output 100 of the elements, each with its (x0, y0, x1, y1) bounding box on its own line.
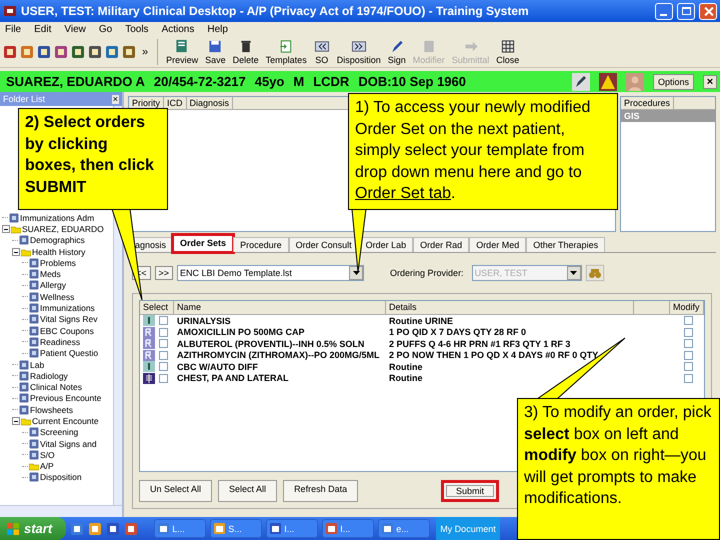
tab[interactable]: Procedure (233, 237, 289, 252)
menu-item[interactable]: Help (207, 24, 228, 35)
tree-item[interactable]: Readiness (40, 336, 80, 347)
quick-launch-icon[interactable] (70, 522, 84, 536)
toolbar-button[interactable]: Disposition (334, 38, 383, 66)
tree-item[interactable]: Current Encounte (32, 416, 99, 426)
tree-item[interactable]: Patient Questio (40, 348, 98, 358)
close-button[interactable]: × (703, 74, 717, 88)
menu-item[interactable]: Edit (34, 24, 52, 35)
toolbar-icon[interactable] (122, 45, 136, 59)
tree-item[interactable]: Problems (40, 258, 76, 268)
start-button[interactable]: start (0, 517, 66, 540)
tree-item[interactable]: Immunizations (40, 303, 95, 314)
column-header[interactable]: Details (386, 301, 634, 314)
tree-item[interactable]: Meds (40, 269, 61, 280)
quick-launch-icon[interactable] (124, 522, 138, 536)
checkbox[interactable] (684, 374, 693, 383)
minimize-button[interactable] (655, 2, 673, 20)
checkbox[interactable] (159, 350, 168, 360)
next-button[interactable]: >> (154, 266, 174, 280)
column-header[interactable]: Modify (670, 301, 704, 314)
overflow-button[interactable]: » (139, 46, 152, 58)
close-button[interactable] (699, 2, 717, 20)
menu-item[interactable]: Tools (125, 24, 149, 35)
tree-item[interactable]: Immunizations Adm (20, 212, 94, 223)
checkbox[interactable] (159, 316, 168, 326)
quick-launch-icon[interactable] (106, 522, 120, 536)
tree-item[interactable]: Health History (32, 246, 86, 257)
expand-toggle[interactable] (12, 416, 20, 425)
column-header[interactable]: Name (174, 301, 386, 314)
taskbar-button[interactable]: I... (322, 519, 374, 538)
toolbar-icon[interactable] (37, 45, 51, 59)
toolbar-icon[interactable] (20, 45, 34, 59)
binoculars-icon[interactable] (586, 265, 604, 281)
tree-item[interactable]: Vital Signs and (40, 438, 97, 449)
toolbar-button[interactable]: Templates (264, 38, 309, 66)
options-button[interactable]: Options (652, 74, 694, 90)
toolbar-icon[interactable] (54, 45, 68, 59)
tree-item[interactable]: Flowsheets (30, 404, 73, 415)
tree-item[interactable]: SUAREZ, EDUARDO (22, 224, 104, 234)
tab[interactable]: Order Rad (413, 237, 470, 252)
maximize-button[interactable] (677, 2, 695, 20)
horizontal-scrollbar[interactable] (0, 505, 122, 517)
taskbar-button[interactable]: L... (154, 519, 206, 538)
action-button[interactable]: Un Select All (139, 480, 212, 502)
checkbox[interactable] (684, 339, 693, 348)
tree-item[interactable]: Screening (40, 427, 78, 438)
tab[interactable]: Other Therapies (526, 237, 606, 252)
toolbar-button[interactable]: Save (203, 38, 228, 66)
toolbar-button[interactable]: Delete (230, 38, 261, 66)
tree-item[interactable]: Lab (30, 360, 44, 370)
tree-item[interactable]: Vital Signs Rev (40, 314, 98, 324)
taskbar-button[interactable]: S... (210, 519, 262, 538)
close-button[interactable]: × (112, 94, 119, 104)
toolbar-button[interactable]: Sign (386, 38, 408, 66)
checkbox[interactable] (684, 362, 693, 372)
toolbar-icon[interactable] (3, 45, 17, 59)
checkbox[interactable] (159, 362, 168, 372)
warning-icon[interactable] (598, 72, 617, 90)
toolbar-button[interactable]: SO (312, 38, 332, 66)
toolbar-icon[interactable] (105, 45, 119, 59)
expand-toggle[interactable] (12, 248, 20, 256)
toolbar-button[interactable]: Preview (164, 38, 200, 66)
order-set-tab-link[interactable]: Order Set tab (355, 185, 452, 202)
tree-item[interactable]: Previous Encounte (30, 393, 102, 404)
tab[interactable]: Order Lab (358, 237, 414, 252)
tree-item[interactable]: Wellness (40, 292, 74, 302)
menu-item[interactable]: Go (98, 24, 112, 35)
tree-item[interactable]: Demographics (30, 235, 85, 246)
quick-launch-icon[interactable] (88, 522, 102, 536)
checkbox[interactable] (684, 350, 693, 360)
toolbar-icon[interactable] (71, 45, 85, 59)
menu-item[interactable]: File (5, 24, 22, 35)
column-header[interactable]: Select (140, 301, 174, 314)
toolbar-button[interactable]: Close (494, 38, 522, 66)
checkbox[interactable] (684, 328, 693, 337)
template-dropdown[interactable]: ENC LBI Demo Template.lst (177, 265, 364, 281)
action-button[interactable]: Refresh Data (283, 480, 358, 502)
tab[interactable]: Order Med (469, 237, 526, 252)
tree-item[interactable]: A/P (40, 461, 54, 472)
checkbox[interactable] (159, 339, 168, 348)
expand-toggle[interactable] (2, 224, 10, 233)
checkbox[interactable] (159, 328, 168, 337)
tree-item[interactable]: Allergy (40, 280, 66, 290)
tree-item[interactable]: Radiology (30, 370, 68, 381)
menu-item[interactable]: Actions (162, 24, 194, 35)
checkbox[interactable] (159, 374, 168, 383)
action-button[interactable]: Submit (440, 480, 499, 502)
taskbar-button[interactable]: e... (378, 519, 430, 538)
menu-item[interactable]: View (64, 24, 86, 35)
tree-item[interactable]: Disposition (40, 472, 82, 482)
checkbox[interactable] (684, 316, 693, 326)
pen-icon[interactable] (572, 72, 590, 90)
tree-item[interactable]: EBC Coupons (40, 326, 94, 336)
action-button[interactable]: Select All (218, 480, 278, 502)
tree-item[interactable]: S/O (40, 450, 55, 460)
taskbar-button[interactable]: I... (266, 519, 318, 538)
tab[interactable]: Order Sets (173, 235, 234, 252)
toolbar-icon[interactable] (88, 45, 102, 59)
tree-item[interactable]: Clinical Notes (30, 382, 82, 392)
